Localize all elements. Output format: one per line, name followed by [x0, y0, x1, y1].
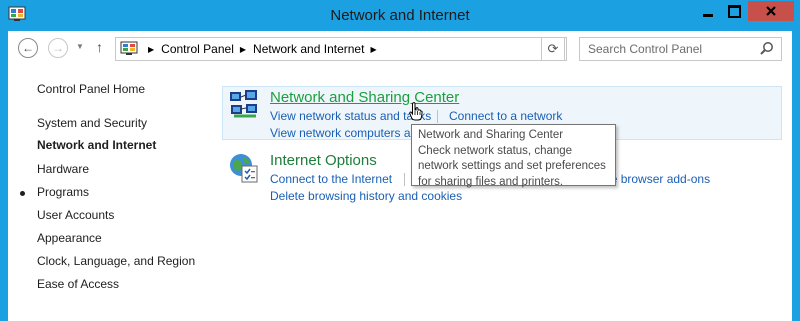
- breadcrumb-separator-icon[interactable]: ▶: [370, 45, 376, 54]
- breadcrumb: ▶ Control Panel ▶ Network and Internet ▶: [142, 42, 384, 56]
- hand-cursor-icon: [409, 102, 423, 121]
- navigation-bar: ← → ▼ ↑ ▶ Control Panel ▶ Network and In…: [8, 31, 792, 66]
- network-sharing-center-link[interactable]: Network and Sharing Center: [270, 89, 459, 106]
- sidebar-item-ease-of-access[interactable]: Ease of Access: [37, 277, 119, 291]
- search-box[interactable]: Search Control Panel: [579, 37, 782, 61]
- tooltip-title: Network and Sharing Center: [418, 129, 564, 141]
- tooltip-line: for sharing files and printers.: [418, 175, 564, 188]
- minimize-icon: [703, 13, 713, 17]
- search-icon[interactable]: [759, 41, 775, 57]
- connect-to-internet-link[interactable]: Connect to the Internet: [270, 172, 392, 186]
- tooltip: Network and Sharing Center Check network…: [411, 124, 616, 188]
- address-bar[interactable]: ▶ Control Panel ▶ Network and Internet ▶: [115, 37, 567, 61]
- minimize-button[interactable]: [695, 1, 721, 21]
- sidebar-item-network-and-internet[interactable]: Network and Internet: [37, 138, 156, 152]
- view-network-status-link[interactable]: View network status and tasks: [270, 109, 431, 123]
- sidebar-item-user-accounts[interactable]: User Accounts: [37, 208, 114, 222]
- refresh-icon: ⟳: [547, 41, 559, 56]
- forward-arrow-icon: →: [52, 41, 64, 55]
- sidebar-item-control-panel-home[interactable]: Control Panel Home: [37, 82, 145, 96]
- sidebar-item-clock-language-region[interactable]: Clock, Language, and Region: [37, 254, 195, 268]
- sidebar-item-appearance[interactable]: Appearance: [37, 231, 102, 245]
- sidebar-item-system-and-security[interactable]: System and Security: [37, 116, 147, 130]
- client-area: ← → ▼ ↑ ▶ Control Panel ▶ Network and In…: [8, 31, 792, 321]
- back-arrow-icon: ←: [22, 41, 34, 55]
- forward-button[interactable]: →: [48, 38, 68, 58]
- control-panel-window: Network and Internet ← → ▼ ↑ ▶ Control P…: [0, 0, 800, 321]
- title-bar[interactable]: Network and Internet: [0, 0, 800, 31]
- task-separator: [404, 173, 405, 186]
- close-button[interactable]: [748, 1, 794, 21]
- tooltip-line: network settings and set preferences: [418, 160, 606, 172]
- breadcrumb-network-and-internet[interactable]: Network and Internet: [253, 42, 364, 56]
- maximize-icon: [727, 4, 741, 18]
- refresh-button[interactable]: ⟳: [541, 37, 565, 61]
- search-input[interactable]: Search Control Panel: [588, 42, 702, 56]
- current-item-bullet-icon: [20, 191, 25, 196]
- close-icon: [766, 6, 776, 16]
- internet-options-link[interactable]: Internet Options: [270, 152, 377, 169]
- control-panel-icon: [120, 41, 138, 55]
- task-separator: [437, 110, 438, 123]
- breadcrumb-control-panel[interactable]: Control Panel: [161, 42, 234, 56]
- back-button[interactable]: ←: [18, 38, 38, 58]
- window-title: Network and Internet: [330, 7, 470, 24]
- recent-locations-dropdown[interactable]: ▼: [76, 42, 84, 51]
- delete-browsing-history-link[interactable]: Delete browsing history and cookies: [270, 189, 462, 203]
- network-sharing-icon: [230, 90, 257, 118]
- maximize-button[interactable]: [721, 1, 747, 21]
- sidebar-item-programs[interactable]: Programs: [37, 185, 89, 199]
- breadcrumb-separator-icon[interactable]: ▶: [148, 45, 154, 54]
- sidebar-item-hardware[interactable]: Hardware: [37, 162, 89, 176]
- internet-options-icon: [230, 154, 258, 183]
- tooltip-line: Check network status, change: [418, 144, 573, 157]
- breadcrumb-separator-icon[interactable]: ▶: [240, 45, 246, 54]
- up-button[interactable]: ↑: [96, 39, 103, 55]
- connect-to-network-link[interactable]: Connect to a network: [449, 109, 562, 123]
